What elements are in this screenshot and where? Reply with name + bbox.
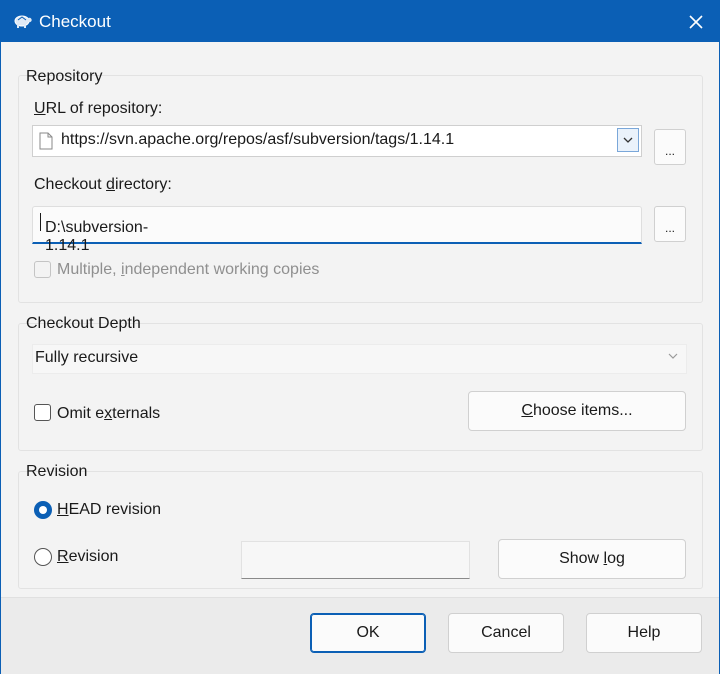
checkout-depth-value: Fully recursive [35,349,139,366]
head-revision-radio[interactable] [34,501,52,519]
checkout-directory-label: Checkout directory: [34,176,172,193]
choose-items-button[interactable]: Choose items... [468,391,686,431]
multiple-working-copies-checkbox[interactable] [34,261,51,278]
url-combobox[interactable]: https://svn.apache.org/repos/asf/subvers… [32,125,642,157]
close-button[interactable] [673,1,719,42]
window-title: Checkout [39,12,111,31]
dialog-footer: OK Cancel Help [1,597,719,674]
help-button[interactable]: Help [586,613,702,653]
directory-browse-button[interactable]: ... [654,206,686,242]
checkout-directory-input[interactable]: D:\subversion-1.14.1 [32,206,642,254]
multiple-working-copies-label: Multiple, independent working copies [57,261,320,278]
repository-group-label: Repository [26,68,103,85]
url-value: https://svn.apache.org/repos/asf/subvers… [61,131,455,148]
checkout-depth-group-label: Checkout Depth [26,315,141,332]
tortoise-icon [14,15,32,28]
revision-group-label: Revision [26,463,88,480]
url-label: URL of repository: [34,100,163,117]
chevron-down-icon [623,137,633,143]
checkout-depth-select[interactable]: Fully recursive [32,344,687,374]
show-log-button[interactable]: Show log [498,539,686,579]
url-dropdown-button[interactable] [617,128,639,152]
omit-externals-label: Omit externals [57,405,161,422]
head-revision-label: HEAD revision [57,501,162,518]
revision-radio[interactable] [34,548,52,566]
cancel-button[interactable]: Cancel [448,613,564,653]
ok-button[interactable]: OK [310,613,426,653]
revision-number-input[interactable] [241,541,470,579]
chevron-down-icon [668,353,678,359]
document-icon [39,132,53,150]
close-icon [689,14,703,29]
checkout-directory-value: D:\subversion-1.14.1 [45,219,149,254]
revision-label: Revision [57,548,119,565]
checkout-depth-group [18,323,703,451]
url-browse-button[interactable]: ... [654,129,686,165]
title-bar: Checkout [1,1,719,42]
omit-externals-checkbox[interactable] [34,404,51,421]
checkout-dialog: Checkout Repository URL of repository: h… [0,0,720,674]
